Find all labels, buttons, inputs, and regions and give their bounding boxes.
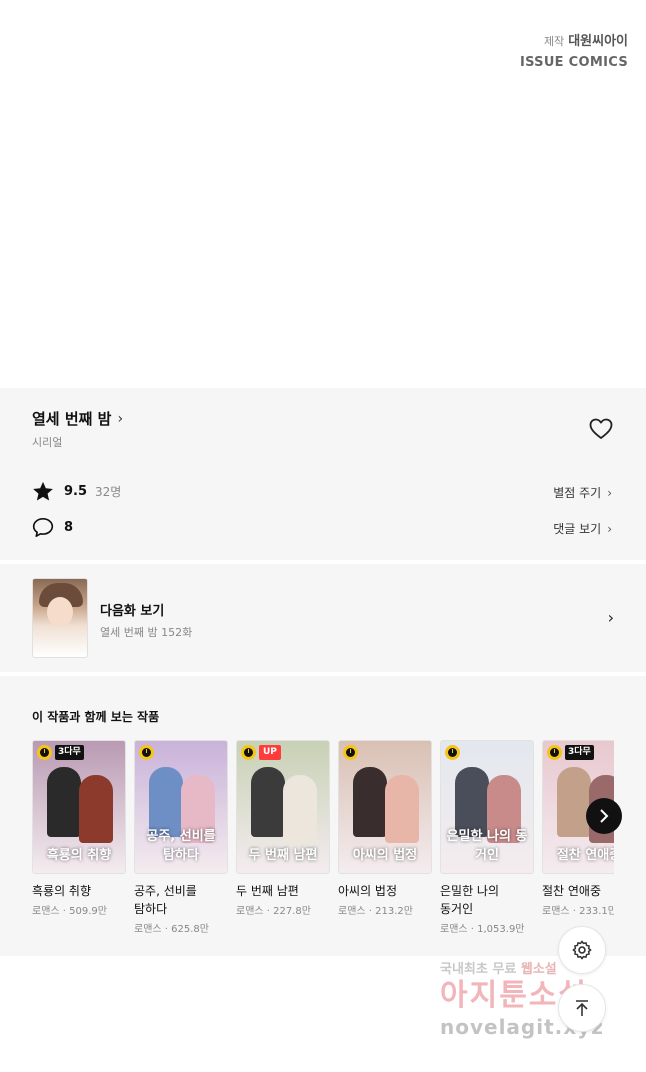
rate-button[interactable]: 별점 주기 › xyxy=(553,484,612,501)
recommendation-cover: UP 두 번째 남편 xyxy=(236,740,330,874)
watermark-line1-highlight: 웹소설 xyxy=(520,962,557,977)
next-episode-label: 다음화 보기 xyxy=(100,604,165,619)
star-icon xyxy=(33,481,53,501)
series-title: 열세 번째 밤 xyxy=(32,410,112,428)
clock-icon xyxy=(343,745,358,760)
producer-brand: ISSUE COMICS xyxy=(519,55,628,70)
settings-button[interactable] xyxy=(558,926,606,974)
comments-button[interactable]: 댓글 보기 › xyxy=(553,520,612,537)
recommendation-title: 흑룡의 취향 xyxy=(32,884,92,898)
free-wait-badge: 3다무 xyxy=(55,745,84,760)
series-type: 시리얼 xyxy=(32,436,63,449)
heart-icon[interactable] xyxy=(589,418,613,440)
producer-label: 제작 xyxy=(543,35,565,48)
recommendation-meta: 로맨스 · 233.1만 xyxy=(542,906,614,917)
chevron-right-icon: › xyxy=(117,410,124,427)
recommendation-title: 절찬 연애중 xyxy=(542,884,602,898)
recommendation-meta: 로맨스 · 625.8만 xyxy=(134,924,209,935)
clock-icon xyxy=(139,745,154,760)
rating-count: 32명 xyxy=(95,485,122,499)
comments-button-label: 댓글 보기 xyxy=(553,522,602,536)
rate-button-label: 별점 주기 xyxy=(553,486,602,500)
cover-title: 두 번째 남편 xyxy=(248,848,318,863)
recommendations-heading: 이 작품과 함께 보는 작품 xyxy=(32,710,160,724)
recommendation-title: 두 번째 남편 xyxy=(236,884,299,898)
recommendation-title: 은밀한 나의 동거인 xyxy=(440,884,500,916)
recommendation-meta: 로맨스 · 509.9만 xyxy=(32,906,107,917)
recommendation-cover: 아씨의 법정 xyxy=(338,740,432,874)
recommendation-meta: 로맨스 · 1,053.9만 xyxy=(440,924,525,935)
page: 제작 대원씨아이 ISSUE COMICS 열세 번째 밤 › 시리얼 9.5 3… xyxy=(0,0,646,1072)
gear-icon xyxy=(572,940,592,960)
rating-score: 9.5 xyxy=(64,484,88,499)
next-episode-subtitle: 열세 번째 밤 152화 xyxy=(100,626,193,639)
cover-title: 공주, 선비를 탐하다 xyxy=(146,829,216,863)
recommendation-card[interactable]: 공주, 선비를 탐하다 공주, 선비를 탐하다 로맨스 · 625.8만 xyxy=(134,740,228,935)
cover-title: 아씨의 법정 xyxy=(352,848,418,863)
recommendation-cover: 3다무흑룡의 취향 xyxy=(32,740,126,874)
recommendation-meta: 로맨스 · 213.2만 xyxy=(338,906,413,917)
next-episode-thumbnail xyxy=(32,578,88,658)
recommendation-meta: 로맨스 · 227.8만 xyxy=(236,906,311,917)
recommendation-card[interactable]: UP 두 번째 남편 두 번째 남편 로맨스 · 227.8만 xyxy=(236,740,330,917)
recommendations-section: 이 작품과 함께 보는 작품 3다무 흑룡의 취향 흑룡의 취향 로맨스 · 509.… xyxy=(0,676,646,956)
cover-title: 은밀한 나의 동거인 xyxy=(446,829,528,863)
producer-name: 대원씨아이 xyxy=(568,34,628,49)
clock-icon xyxy=(241,745,256,760)
scroll-top-button[interactable] xyxy=(558,984,606,1032)
free-wait-badge: 3다무 xyxy=(565,745,594,760)
chevron-right-icon xyxy=(600,809,609,823)
recommendation-card[interactable]: 은밀한 나의 동거인 은밀한 나의 동거인 로맨스 · 1,053.9만 xyxy=(440,740,534,935)
arrow-up-icon xyxy=(576,1000,588,1016)
comment-count: 8 xyxy=(64,520,74,535)
producer-credit: 제작 대원씨아이 ISSUE COMICS xyxy=(520,30,628,70)
series-title-link[interactable]: 열세 번째 밤 › xyxy=(32,408,123,429)
recommendation-title: 아씨의 법정 xyxy=(338,884,398,898)
chevron-right-icon: › xyxy=(607,521,612,536)
cover-title: 절찬 연애중 xyxy=(556,848,614,863)
recommendation-title: 공주, 선비를 탐하다 xyxy=(134,884,197,916)
recommendation-card[interactable]: 3다무 흑룡의 취향 흑룡의 취향 로맨스 · 509.9만 xyxy=(32,740,126,917)
cover-title: 흑룡의 취향 xyxy=(46,848,112,863)
recommendation-cover: 공주, 선비를 탐하다 xyxy=(134,740,228,874)
carousel-next-button[interactable] xyxy=(586,798,622,834)
watermark-line1: 국내최초 무료 xyxy=(440,962,521,977)
recommendation-card[interactable]: 아씨의 법정 아씨의 법정 로맨스 · 213.2만 xyxy=(338,740,432,917)
rating-row: 9.5 32명 xyxy=(32,481,121,502)
clock-icon xyxy=(547,745,562,760)
clock-icon xyxy=(445,745,460,760)
recommendation-cover: 은밀한 나의 동거인 xyxy=(440,740,534,874)
up-badge: UP xyxy=(259,745,281,760)
next-episode-row[interactable]: 다음화 보기 열세 번째 밤 152화 › xyxy=(0,564,646,672)
chevron-right-icon: › xyxy=(607,485,612,500)
recommendations-carousel: 3다무 흑룡의 취향 흑룡의 취향 로맨스 · 509.9만 공주, 선비를 탐하다 공주… xyxy=(32,740,614,950)
comment-row: 8 xyxy=(32,517,73,538)
chevron-right-icon: › xyxy=(607,608,614,627)
comment-icon xyxy=(32,518,54,537)
clock-icon xyxy=(37,745,52,760)
series-info-panel: 열세 번째 밤 › 시리얼 9.5 32명 별점 주기 › 8 댓글 보기 › xyxy=(0,388,646,560)
